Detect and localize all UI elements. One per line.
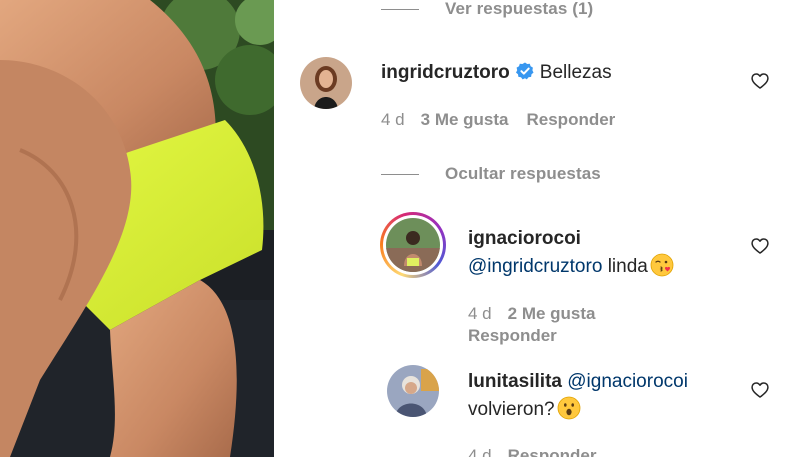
story-ring[interactable]: [380, 212, 446, 278]
reply-meta: 4 d 2 Me gusta Responder: [468, 303, 614, 347]
reply-body: lunitasilita @ignaciorocoi volvieron?: [468, 368, 688, 424]
view-replies-label: Ver respuestas (1): [445, 0, 594, 18]
avatar-image: [387, 365, 439, 417]
reply-likes[interactable]: 2 Me gusta: [508, 304, 596, 323]
reply-time[interactable]: 4 d: [468, 304, 492, 323]
comment-time[interactable]: 4 d: [381, 110, 405, 129]
post-image: [0, 0, 274, 457]
hide-replies-label: Ocultar respuestas: [445, 164, 601, 183]
reply-meta: 4 d Responder: [468, 446, 596, 457]
comments-panel: Ver respuestas (1) ingridcruztoro Belleza…: [274, 0, 800, 457]
comment-reply-button[interactable]: Responder: [527, 110, 616, 129]
reply-mention-link[interactable]: @ingridcruztoro: [468, 256, 602, 277]
kissing-wink-emoji-icon: [650, 253, 674, 277]
avatar-image: [300, 57, 352, 109]
reply-text: volvieron?: [468, 399, 555, 420]
reply-username[interactable]: ignaciorocoi: [468, 225, 674, 253]
reply-body: ignaciorocoi @ingridcruztoro linda: [468, 225, 674, 281]
avatar-image: [386, 218, 440, 272]
reply-time[interactable]: 4 d: [468, 446, 492, 457]
reply-reply-button[interactable]: Responder: [468, 326, 557, 345]
reply-text: linda: [607, 256, 648, 277]
view-replies-button[interactable]: Ver respuestas (1): [381, 0, 593, 19]
verified-badge-icon: [515, 62, 534, 80]
comment-username[interactable]: ingridcruztoro: [381, 62, 510, 83]
post-photo: [0, 0, 274, 457]
like-heart-icon[interactable]: [750, 236, 770, 256]
reply-mention-link[interactable]: @ignaciorocoi: [567, 371, 688, 392]
comment-body: ingridcruztoro Bellezas: [381, 59, 612, 87]
comment-likes[interactable]: 3 Me gusta: [421, 110, 509, 129]
avatar-ingridcruztoro[interactable]: [300, 57, 352, 109]
avatar-lunitasilita[interactable]: [387, 365, 439, 417]
hide-replies-button[interactable]: Ocultar respuestas: [381, 164, 601, 184]
reply-username[interactable]: lunitasilita: [468, 371, 562, 392]
surprised-face-emoji-icon: [557, 396, 581, 420]
divider-line: [381, 8, 419, 10]
like-heart-icon[interactable]: [750, 380, 770, 400]
comment-meta: 4 d 3 Me gusta Responder: [381, 110, 615, 130]
divider-line: [381, 173, 419, 175]
avatar-ignaciorocoi[interactable]: [386, 218, 440, 272]
like-heart-icon[interactable]: [750, 71, 770, 91]
reply-reply-button[interactable]: Responder: [508, 446, 597, 457]
comment-text: Bellezas: [539, 62, 612, 83]
